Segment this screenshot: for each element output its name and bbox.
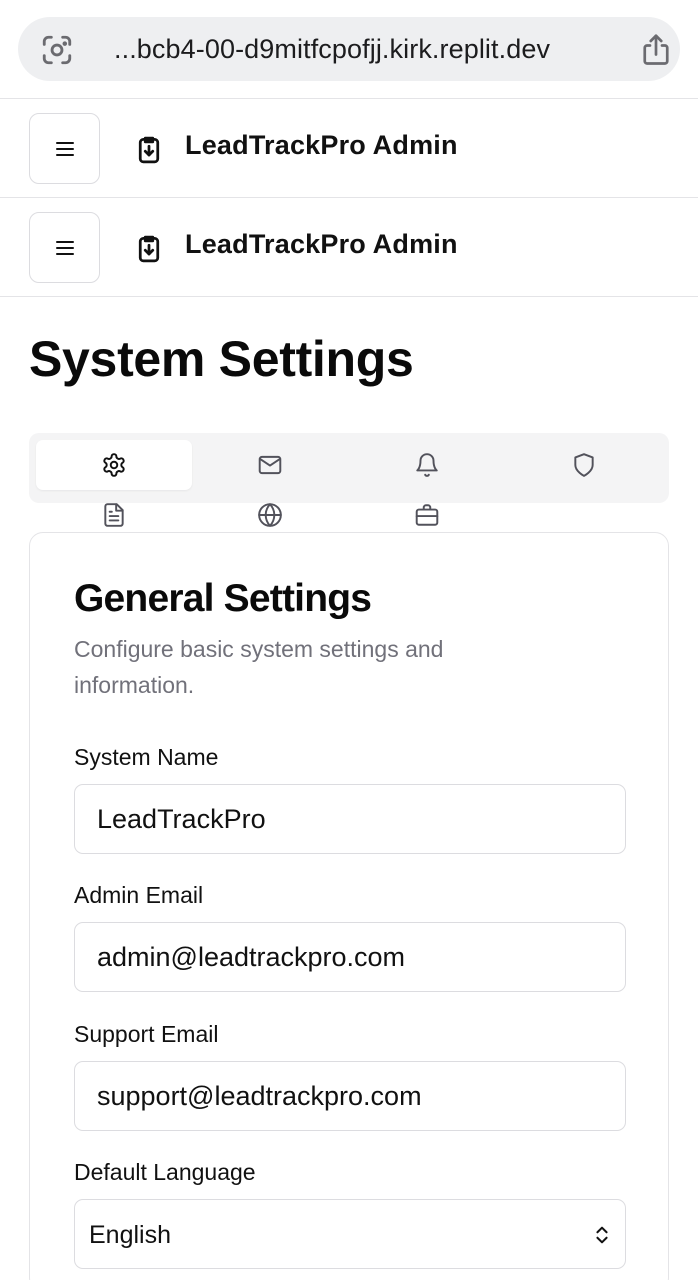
tab-email[interactable] — [192, 440, 348, 490]
tab-general[interactable] — [36, 440, 192, 490]
general-settings-card: General Settings Configure basic system … — [29, 532, 669, 1280]
clipboard-download-icon — [138, 136, 160, 164]
system-name-label: System Name — [74, 744, 219, 770]
hamburger-menu-icon — [55, 240, 74, 255]
clipboard-download-icon — [138, 235, 160, 263]
app-title: LeadTrackPro Admin — [185, 130, 458, 160]
admin-email-label: Admin Email — [74, 882, 204, 908]
globe-icon — [258, 503, 282, 527]
url-text[interactable]: ...bcb4-00-d9mitfcpofjj.kirk.replit.dev — [114, 17, 550, 81]
app-title: LeadTrackPro Admin — [185, 229, 458, 259]
support-email-label: Support Email — [74, 1021, 219, 1047]
card-title: General Settings — [74, 577, 372, 620]
address-bar[interactable]: ...bcb4-00-d9mitfcpofjj.kirk.replit.dev — [18, 17, 680, 81]
tab-security[interactable] — [506, 440, 662, 490]
support-email-input[interactable] — [74, 1061, 626, 1131]
share-icon[interactable] — [638, 31, 674, 69]
default-language-select[interactable]: English — [74, 1199, 626, 1269]
shield-icon — [574, 453, 594, 477]
camera-lens-icon[interactable] — [40, 33, 74, 67]
mail-icon — [258, 455, 282, 475]
briefcase-icon — [415, 504, 439, 526]
tab-localization[interactable] — [192, 500, 348, 530]
system-name-input[interactable] — [74, 784, 626, 854]
app-header-duplicate: LeadTrackPro Admin — [0, 198, 698, 297]
app-header: LeadTrackPro Admin — [0, 99, 698, 198]
gear-icon — [103, 453, 125, 477]
bell-icon — [416, 453, 438, 477]
hamburger-menu-icon — [55, 141, 74, 156]
menu-button[interactable] — [29, 113, 100, 184]
tab-notifications[interactable] — [349, 440, 505, 490]
menu-button[interactable] — [29, 212, 100, 283]
tab-documents[interactable] — [36, 500, 192, 530]
settings-tabs — [29, 433, 669, 503]
chevron-up-down-icon — [596, 1226, 608, 1244]
page-title: System Settings — [29, 331, 414, 387]
card-description: Configure basic system settings and info… — [74, 636, 444, 698]
tab-business[interactable] — [349, 500, 505, 530]
browser-chrome: ...bcb4-00-d9mitfcpofjj.kirk.replit.dev — [0, 0, 698, 99]
default-language-label: Default Language — [74, 1159, 256, 1185]
admin-email-input[interactable] — [74, 922, 626, 992]
default-language-value: English — [89, 1221, 171, 1249]
document-icon — [104, 503, 124, 527]
